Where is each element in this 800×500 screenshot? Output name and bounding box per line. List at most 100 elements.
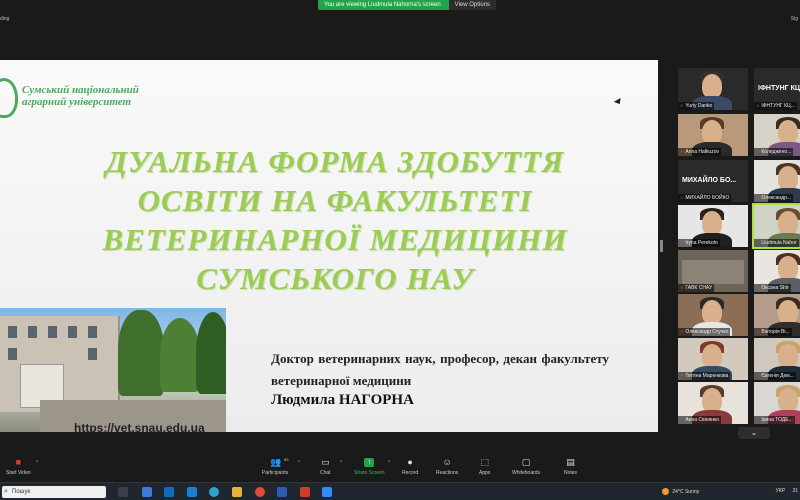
edge-icon[interactable] [209, 487, 219, 497]
task-view-icon[interactable] [118, 487, 128, 497]
language-indicator[interactable]: УКР [776, 488, 785, 494]
participant-name: Anna Halkuzov [678, 148, 721, 156]
chat-label: Chat [320, 470, 331, 476]
participants-chevron-icon[interactable]: ^ [298, 460, 300, 466]
participant-tile[interactable]: ІФНТУНГ КЦ ІФНТУНГ КЦ... [754, 68, 800, 110]
face [702, 120, 722, 144]
university-name: Сумський національний аграрний університ… [22, 84, 139, 108]
participant-name: Iryna Perekoto [678, 239, 720, 247]
tree [118, 310, 164, 396]
record-icon: ● [407, 457, 413, 467]
clock[interactable]: 31 [792, 488, 798, 494]
participant-tile-active-speaker[interactable]: Liudmula Nahor [752, 203, 800, 249]
record-button[interactable]: ● Record [402, 457, 419, 477]
whiteboards-button[interactable]: ▢ Whiteboards [512, 458, 541, 477]
room-view [682, 260, 744, 284]
university-logo-icon [0, 78, 18, 118]
shared-slide: Сумський національний аграрний університ… [0, 60, 658, 432]
weather-text: 24°C Sunny [672, 488, 700, 495]
store-icon[interactable] [187, 487, 197, 497]
share-screen-button[interactable]: ↑ Share Screen [354, 458, 385, 476]
chat-button[interactable]: ▭ Chat [320, 458, 331, 477]
participant-tile[interactable]: Євгенія Дем... [754, 338, 800, 380]
zoom-window: You are viewing Liudmula Nahorna's scree… [0, 0, 800, 500]
participant-tile[interactable]: ГАВК СНАУ [678, 250, 748, 292]
slide-title: ДУАЛЬНА ФОРМА ЗДОБУТТЯ ОСВІТИ НА ФАКУЛЬТ… [60, 142, 610, 298]
participant-tile[interactable]: Anna Halkuzov [678, 114, 748, 156]
participant-name: Олександр... [754, 194, 794, 202]
tree [196, 312, 226, 394]
participant-tile[interactable]: Анна Свінянко [678, 382, 748, 424]
window [68, 326, 77, 338]
share-chevron-icon[interactable]: ^ [388, 460, 390, 466]
face [778, 120, 798, 144]
windows-taskbar: Пошук 24°C Sunny УКР 31 [0, 482, 800, 500]
window [28, 326, 37, 338]
participant-tile[interactable]: Тетяна Маренкова [678, 338, 748, 380]
notes-label: Notes [564, 470, 578, 476]
participant-tile[interactable]: МИХАЙЛО БО... МИХАЙЛО БОЙКО [678, 160, 748, 202]
outlook-icon[interactable] [164, 487, 174, 497]
participant-name: Liudmula Nahor [754, 239, 799, 247]
window [48, 326, 57, 338]
zoom-taskbar-icon[interactable] [322, 487, 332, 497]
campus-photo [0, 308, 226, 432]
share-screen-icon: ↑ [364, 458, 375, 467]
title-line-2: ОСВІТИ НА ФАКУЛЬТЕТІ [137, 183, 533, 218]
face [702, 211, 722, 235]
reactions-label: Reactions [436, 470, 459, 476]
participant-tile[interactable]: Iryna Perekoto [678, 205, 748, 247]
start-video-label: Start Video [6, 470, 31, 476]
file-explorer-icon[interactable] [232, 487, 242, 497]
video-off-icon: ■ [15, 457, 22, 467]
participant-tile[interactable]: Вікторія Ві... [754, 294, 800, 336]
participants-label: Participants [262, 470, 289, 476]
participant-gallery: Yuriy Danko ІФНТУНГ КЦ ІФНТУНГ КЦ... Ann… [678, 68, 800, 444]
screen-share-banner: You are viewing Liudmula Nahorna's scree… [318, 0, 496, 10]
participant-name: Євгенія Дем... [754, 372, 796, 380]
participant-tile[interactable]: Оксана Shir [754, 250, 800, 292]
app-icon[interactable] [142, 487, 152, 497]
face [702, 300, 722, 324]
reactions-button[interactable]: ☺ Reactions [436, 458, 459, 477]
participant-name: Вікторія Ві... [754, 328, 792, 336]
participant-tile[interactable]: Ірина ТОДЕ... [754, 382, 800, 424]
weather-widget[interactable]: 24°C Sunny [662, 488, 699, 495]
apps-icon: ⬚ [480, 457, 489, 467]
participant-count-badge: 89 [284, 457, 289, 462]
participant-name: Коледжено... [754, 148, 794, 156]
participant-name: Оксана Shir [754, 284, 791, 292]
panel-resize-handle[interactable] [660, 240, 663, 252]
gallery-scroll-down-button[interactable]: ⌄ [738, 427, 770, 439]
logo-line-1: Сумський національний [22, 84, 139, 96]
tree [160, 318, 200, 392]
participant-tile[interactable]: Коледжено... [754, 114, 800, 156]
title-line-4: СУМСЬКОГО НАУ [196, 261, 474, 296]
view-options-button[interactable]: View Options [448, 0, 496, 10]
video-options-chevron-icon[interactable]: ^ [36, 460, 38, 466]
face [778, 256, 798, 280]
participant-tile[interactable]: Yuriy Danko [678, 68, 748, 110]
participant-initials: МИХАЙЛО БО... [682, 177, 737, 184]
top-bar: You are viewing Liudmula Nahorna's scree… [0, 0, 800, 12]
system-tray: УКР 31 [776, 488, 798, 494]
window [8, 326, 17, 338]
participant-tile[interactable]: Олександр Стучко [678, 294, 748, 336]
notes-button[interactable]: ▤ Notes [564, 458, 578, 477]
face [778, 388, 798, 412]
word-icon[interactable] [277, 487, 287, 497]
apps-button[interactable]: ⬚ Apps [479, 457, 490, 477]
participant-name: Yuriy Danko [678, 102, 715, 110]
wps-icon[interactable] [300, 487, 310, 497]
chat-chevron-icon[interactable]: ^ [340, 460, 342, 466]
window [8, 348, 17, 360]
face [778, 211, 798, 235]
participant-tile[interactable]: Олександр... [754, 160, 800, 202]
record-label: Record [402, 470, 419, 476]
whiteboards-label: Whiteboards [512, 470, 541, 476]
face [702, 344, 722, 368]
start-video-button[interactable]: ■ Start Video [6, 457, 31, 477]
search-placeholder: Пошук [12, 489, 31, 495]
taskbar-search-box[interactable]: Пошук [2, 486, 106, 498]
chrome-icon[interactable] [255, 487, 265, 497]
